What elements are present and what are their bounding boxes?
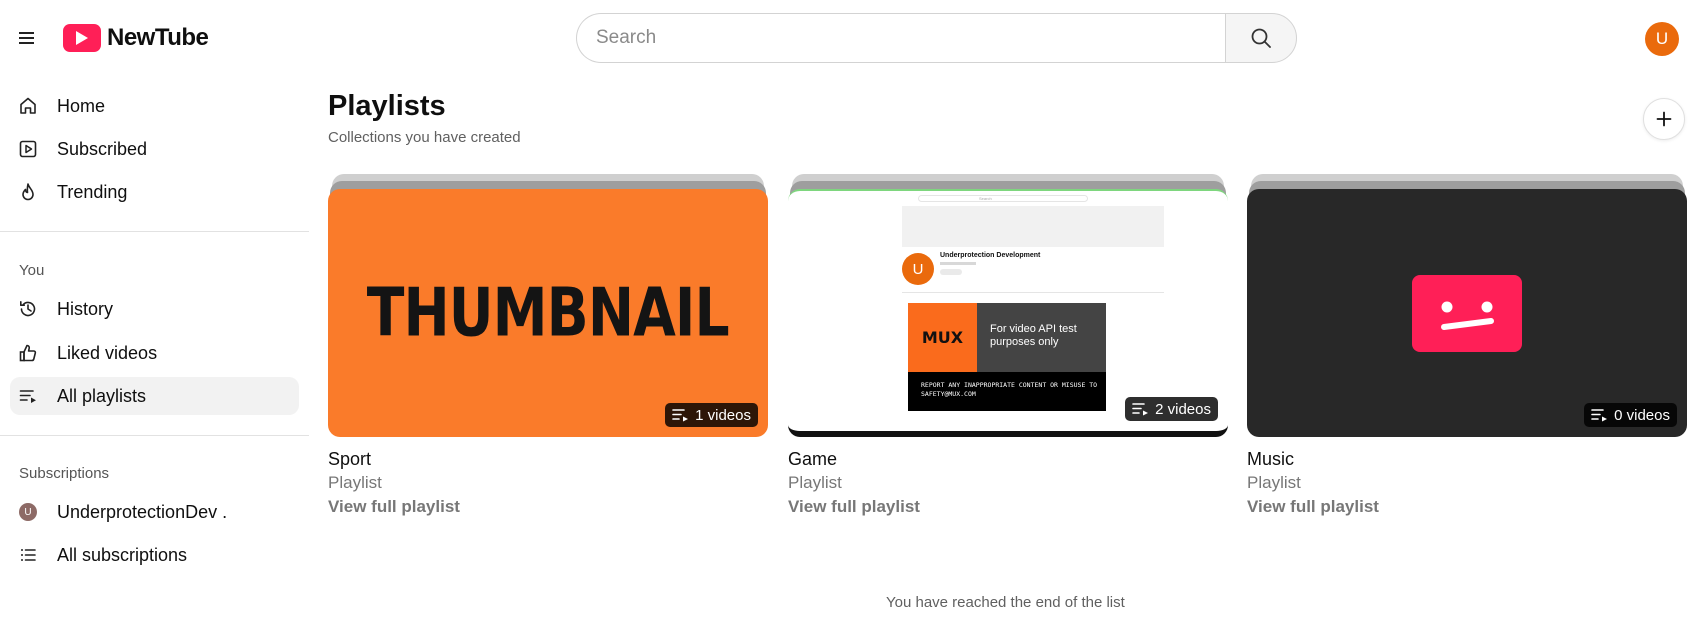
playlist-card-game[interactable]: Search U Underprotection Development MUX… <box>788 174 1228 524</box>
playlist-title[interactable]: Game <box>788 449 837 470</box>
playlist-icon <box>18 386 38 406</box>
playlist-thumbnail[interactable]: 0 videos <box>1247 189 1687 437</box>
thumbnail-text: THUMBNAIL <box>366 273 730 353</box>
sidebar: Home Subscribed Trending You History Lik… <box>0 76 309 644</box>
view-full-playlist-link[interactable]: View full playlist <box>1247 497 1379 517</box>
playlist-icon <box>1591 409 1608 422</box>
thumbnail-divider <box>902 292 1164 293</box>
list-icon <box>18 545 38 565</box>
playlist-type: Playlist <box>1247 473 1301 492</box>
create-playlist-button[interactable] <box>1643 98 1685 140</box>
thumbnail-channel-button <box>940 269 962 275</box>
thumbnail-channel-banner <box>902 206 1164 247</box>
logo-text: NewTube <box>107 24 209 51</box>
sidebar-item-label: All playlists <box>57 385 147 406</box>
sidebar-divider <box>0 435 309 436</box>
logo-play-icon <box>63 24 101 52</box>
placeholder-face-icon <box>1412 274 1522 352</box>
sidebar-item-liked-videos[interactable]: Liked videos <box>10 334 299 372</box>
thumbs-up-icon <box>18 343 38 363</box>
page-title: Playlists <box>328 90 446 122</box>
playlist-title[interactable]: Sport <box>328 449 371 470</box>
play-square-icon <box>18 139 38 159</box>
sidebar-item-label: History <box>57 298 114 319</box>
mux-logo-box: MUX <box>908 303 977 372</box>
thumbnail-channel-name: Underprotection Development <box>940 252 1041 259</box>
search-icon <box>1251 28 1271 48</box>
playlist-thumbnail[interactable]: THUMBNAIL 1 videos <box>328 189 768 437</box>
top-bar: NewTube U <box>0 0 1698 76</box>
sidebar-item-label: Liked videos <box>57 342 158 363</box>
mux-video-frame: MUX For video API test purposes only REP… <box>908 303 1106 411</box>
video-count: 1 videos <box>695 406 751 424</box>
view-full-playlist-link[interactable]: View full playlist <box>328 497 460 517</box>
thumbnail-channel-letter: U <box>912 260 924 278</box>
sidebar-item-label: Trending <box>57 181 128 202</box>
video-count: 2 videos <box>1155 400 1211 418</box>
video-count-badge: 2 videos <box>1125 397 1218 421</box>
thumbnail-channel-avatar: U <box>902 253 934 285</box>
sidebar-item-label: Subscribed <box>57 138 148 159</box>
playlist-type: Playlist <box>788 473 842 492</box>
sidebar-item-all-subscriptions[interactable]: All subscriptions <box>10 536 299 574</box>
video-count: 0 videos <box>1614 406 1670 424</box>
video-count-badge: 0 videos <box>1584 403 1677 427</box>
mux-message: For video API test purposes only <box>990 323 1077 348</box>
hamburger-icon <box>19 32 34 44</box>
history-icon <box>18 299 38 319</box>
playlist-icon <box>672 409 689 422</box>
channel-avatar: U <box>18 502 38 522</box>
channel-avatar-letter: U <box>19 503 37 521</box>
home-icon <box>18 96 38 116</box>
page-subtitle: Collections you have created <box>328 129 521 146</box>
thumbnail-search-bar: Search <box>918 195 1088 202</box>
thumbnail-channel-meta <box>940 262 976 265</box>
thumbnail-search-text: Search <box>979 196 992 201</box>
sidebar-item-label: Home <box>57 95 106 116</box>
playlist-icon <box>1132 403 1149 416</box>
playlist-title[interactable]: Music <box>1247 449 1294 470</box>
logo[interactable]: NewTube <box>63 24 209 52</box>
user-avatar[interactable]: U <box>1645 22 1679 56</box>
playlist-type: Playlist <box>328 473 382 492</box>
search-input[interactable] <box>576 13 1225 63</box>
search-button[interactable] <box>1225 13 1297 63</box>
playlist-card-music[interactable]: 0 videos Music Playlist View full playli… <box>1247 174 1687 524</box>
playlist-card-sport[interactable]: THUMBNAIL 1 videos Sport Playlist View f… <box>328 174 768 524</box>
video-count-badge: 1 videos <box>665 403 758 427</box>
flame-icon <box>18 182 38 202</box>
mux-message-box: For video API test purposes only <box>977 303 1106 372</box>
sidebar-item-history[interactable]: History <box>10 290 299 328</box>
end-of-list-note: You have reached the end of the list <box>886 594 1125 611</box>
section-title-you: You <box>19 262 45 279</box>
sidebar-divider <box>0 231 309 232</box>
sidebar-item-label: UnderprotectionDev . <box>57 501 228 522</box>
sidebar-item-label: All subscriptions <box>57 544 188 565</box>
sidebar-item-subscribed[interactable]: Subscribed <box>10 130 299 168</box>
sidebar-item-trending[interactable]: Trending <box>10 173 299 211</box>
mux-report-text: REPORT ANY INAPPROPRIATE CONTENT OR MISU… <box>921 381 1098 398</box>
sidebar-item-home[interactable]: Home <box>10 87 299 125</box>
playlist-thumbnail[interactable]: Search U Underprotection Development MUX… <box>788 189 1228 437</box>
mux-logo: MUX <box>921 328 964 347</box>
sidebar-item-subscription-channel[interactable]: U UnderprotectionDev . <box>10 493 299 531</box>
sidebar-item-all-playlists[interactable]: All playlists <box>10 377 299 415</box>
menu-button[interactable] <box>14 26 40 50</box>
section-title-subscriptions: Subscriptions <box>19 465 110 482</box>
plus-icon <box>1656 111 1672 127</box>
view-full-playlist-link[interactable]: View full playlist <box>788 497 920 517</box>
